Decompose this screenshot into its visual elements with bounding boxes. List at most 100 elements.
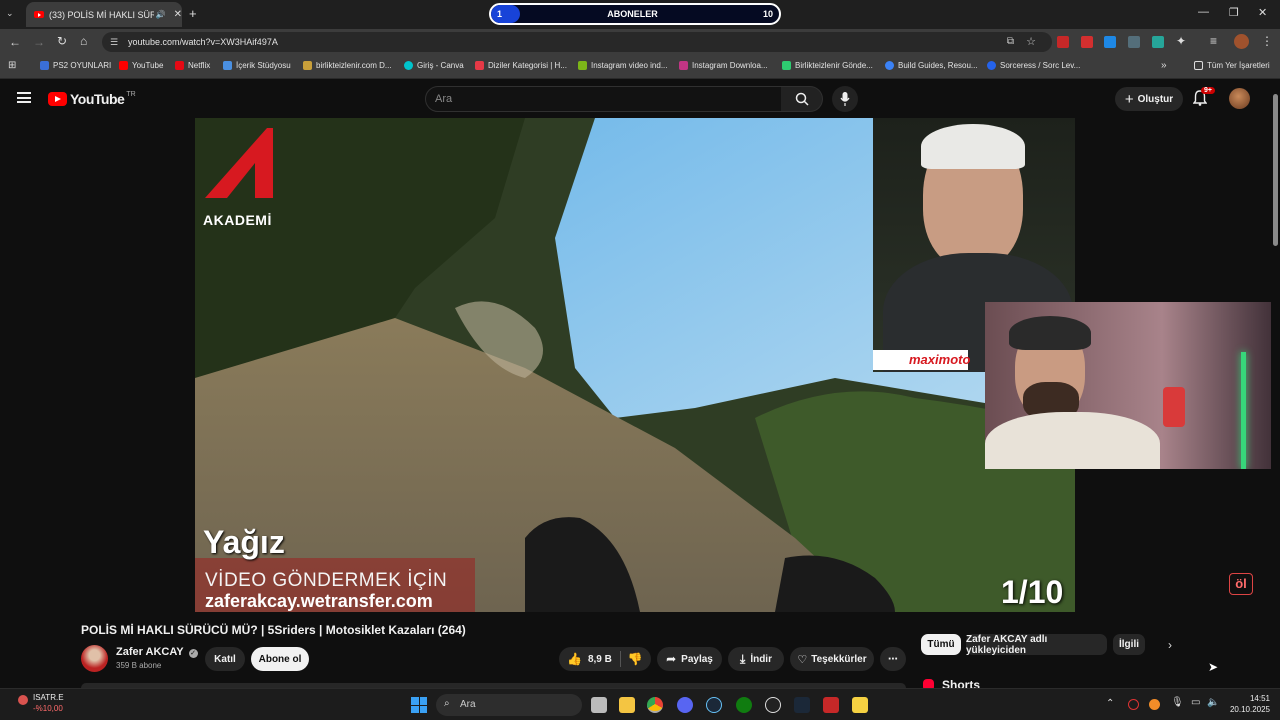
tray-network-icon[interactable]: ▭ — [1191, 697, 1200, 708]
back-icon[interactable]: ← — [9, 35, 21, 49]
minimize-button[interactable]: — — [1198, 6, 1209, 18]
youtube-logo[interactable]: YouTube TR — [48, 91, 136, 107]
birlikte-icon — [782, 61, 791, 70]
chip-related[interactable]: İlgili — [1113, 634, 1145, 655]
home-icon[interactable]: ⌂ — [80, 34, 87, 48]
task-view-icon[interactable] — [591, 697, 607, 713]
url-input[interactable]: ☰ youtube.com/watch?v=XW3HAif497A ⧉ ☆ — [102, 32, 1052, 52]
chip-all[interactable]: Tümü — [921, 634, 961, 655]
bookmark-item[interactable]: Diziler Kategorisi | H... — [475, 61, 567, 70]
restore-button[interactable]: ❐ — [1229, 6, 1239, 19]
tray-app-icon-2[interactable] — [1149, 699, 1160, 710]
tab-list-button[interactable]: ⌄ — [6, 8, 20, 22]
more-actions-button[interactable]: ⋯ — [880, 647, 906, 671]
all-bookmarks-folder[interactable]: Tüm Yer İşaretleri — [1194, 61, 1270, 70]
bookmark-item[interactable]: Giriş - Canva — [404, 61, 464, 70]
bookmark-item[interactable]: Sorceress / Sorc Lev... — [987, 61, 1080, 70]
file-explorer-icon[interactable] — [619, 697, 635, 713]
plus-icon: + — [1124, 90, 1134, 108]
bookmark-item[interactable]: PS2 OYUNLARI — [40, 61, 111, 70]
install-app-icon[interactable]: ⧉ — [1007, 32, 1014, 52]
discord-icon[interactable] — [677, 697, 693, 713]
steam-alt-icon[interactable] — [794, 697, 810, 713]
tab-close-icon[interactable]: ✕ — [174, 9, 182, 20]
tray-app-icon-1[interactable] — [1128, 699, 1139, 710]
channel-avatar[interactable] — [81, 645, 108, 672]
canva-icon — [404, 61, 413, 70]
new-tab-button[interactable]: + — [189, 6, 197, 21]
download-button[interactable]: ⤓ İndir — [728, 647, 784, 671]
instagram-icon — [679, 61, 688, 70]
search-icon — [795, 92, 809, 106]
thanks-button[interactable]: ♡ Teşekkürler — [790, 647, 874, 671]
forward-icon[interactable]: → — [33, 35, 45, 49]
window-close-button[interactable]: ✕ — [1258, 6, 1267, 19]
studio-icon — [223, 61, 232, 70]
join-button[interactable]: Katıl — [205, 647, 245, 671]
dislike-button[interactable]: 👎 — [628, 652, 643, 666]
subscriber-count: 359 B abone — [116, 661, 162, 670]
voice-search-button[interactable] — [832, 86, 858, 112]
browser-tab-bar: ⌄ (33) POLİS Mİ HAKLI SÜRÜC 🔊 ✕ + 1 ABON… — [0, 0, 1280, 29]
xbox-icon[interactable] — [736, 697, 752, 713]
extensions-puzzle-icon[interactable]: ✦ — [1176, 34, 1186, 48]
bookmark-item[interactable]: Instagram video ind... — [578, 61, 667, 70]
channel-name[interactable]: Zafer AKCAY ✓ — [116, 646, 198, 658]
apps-grid-icon[interactable]: ⊞ — [8, 60, 16, 71]
bookmark-item[interactable]: YouTube — [119, 61, 163, 70]
tray-overflow-icon[interactable]: ⌃ — [1106, 698, 1114, 709]
search-button[interactable] — [781, 86, 823, 112]
tab-title: (33) POLİS Mİ HAKLI SÜRÜC — [49, 9, 154, 20]
ps2-icon — [40, 61, 49, 70]
page-scrollbar[interactable] — [1271, 80, 1280, 688]
bookmark-item[interactable]: Instagram Downloa... — [679, 61, 768, 70]
scrollbar-thumb[interactable] — [1273, 94, 1278, 246]
extension-icon-5[interactable] — [1152, 36, 1164, 48]
chips-next-icon[interactable]: › — [1168, 638, 1172, 652]
speaker-icon[interactable]: 🔊 — [156, 10, 166, 19]
extension-icon-4[interactable] — [1128, 36, 1140, 48]
notifications-button[interactable]: 9+ — [1192, 87, 1215, 111]
account-avatar[interactable] — [1229, 88, 1250, 109]
diziler-icon — [475, 61, 484, 70]
site-info-icon[interactable]: ☰ — [110, 32, 118, 52]
subscribe-button[interactable]: Abone ol — [251, 647, 309, 671]
send-video-caption: VİDEO GÖNDERMEK İÇİN — [205, 570, 448, 591]
reading-list-icon[interactable]: ≡ — [1210, 34, 1217, 48]
bookmarks-overflow-icon[interactable]: » — [1161, 60, 1167, 71]
reload-icon[interactable]: ↻ — [57, 34, 67, 48]
profile-avatar[interactable] — [1234, 34, 1249, 49]
bookmark-item[interactable]: birlikteizlenir.com D... — [303, 61, 392, 70]
create-button[interactable]: + Oluştur — [1115, 87, 1183, 111]
app-red-icon[interactable] — [823, 697, 839, 713]
brand-caption: AKADEMİ — [203, 212, 272, 228]
folder-icon — [1194, 61, 1203, 70]
app-yellow-icon[interactable] — [852, 697, 868, 713]
bookmark-star-icon[interactable]: ☆ — [1026, 32, 1036, 52]
tray-volume-icon[interactable]: 🔈 — [1207, 697, 1219, 708]
like-button[interactable]: 👍 8,9 B — [559, 652, 612, 666]
browser-tab-active[interactable]: (33) POLİS Mİ HAKLI SÜRÜC 🔊 ✕ — [26, 2, 182, 27]
extension-icon-2[interactable] — [1081, 36, 1093, 48]
bookmark-item[interactable]: İçerik Stüdyosu — [223, 61, 291, 70]
steam-icon[interactable] — [706, 697, 722, 713]
bookmark-item[interactable]: Netflix — [175, 61, 210, 70]
extension-icon-1[interactable] — [1057, 36, 1069, 48]
hamburger-menu-icon[interactable] — [17, 92, 31, 103]
share-button[interactable]: ➦ Paylaş — [657, 647, 722, 671]
extension-icon-3[interactable] — [1104, 36, 1116, 48]
bookmark-item[interactable]: Birlikteizlenir Gönde... — [782, 61, 873, 70]
tray-microphone-icon[interactable]: 🎙 — [1171, 697, 1184, 708]
streamer-webcam — [985, 302, 1280, 469]
bookmark-item[interactable]: Build Guides, Resou... — [885, 61, 978, 70]
sender-name-caption: Yağız — [203, 524, 285, 560]
start-button[interactable] — [411, 697, 427, 713]
search-input[interactable]: Ara — [425, 86, 782, 112]
taskbar-search-input[interactable]: ⌕ Ara — [436, 694, 582, 716]
app-circle-icon[interactable] — [765, 697, 781, 713]
chrome-icon[interactable] — [647, 697, 663, 713]
clock[interactable]: 14:51 20.10.2025 — [1228, 694, 1270, 714]
chip-from-uploader[interactable]: Zafer AKCAY adlı yükleyiciden — [966, 634, 1107, 656]
browser-menu-icon[interactable]: ⋮ — [1261, 34, 1273, 48]
video-title: POLİS Mİ HAKLI SÜRÜCÜ MÜ? | 5Sriders | M… — [81, 623, 466, 637]
